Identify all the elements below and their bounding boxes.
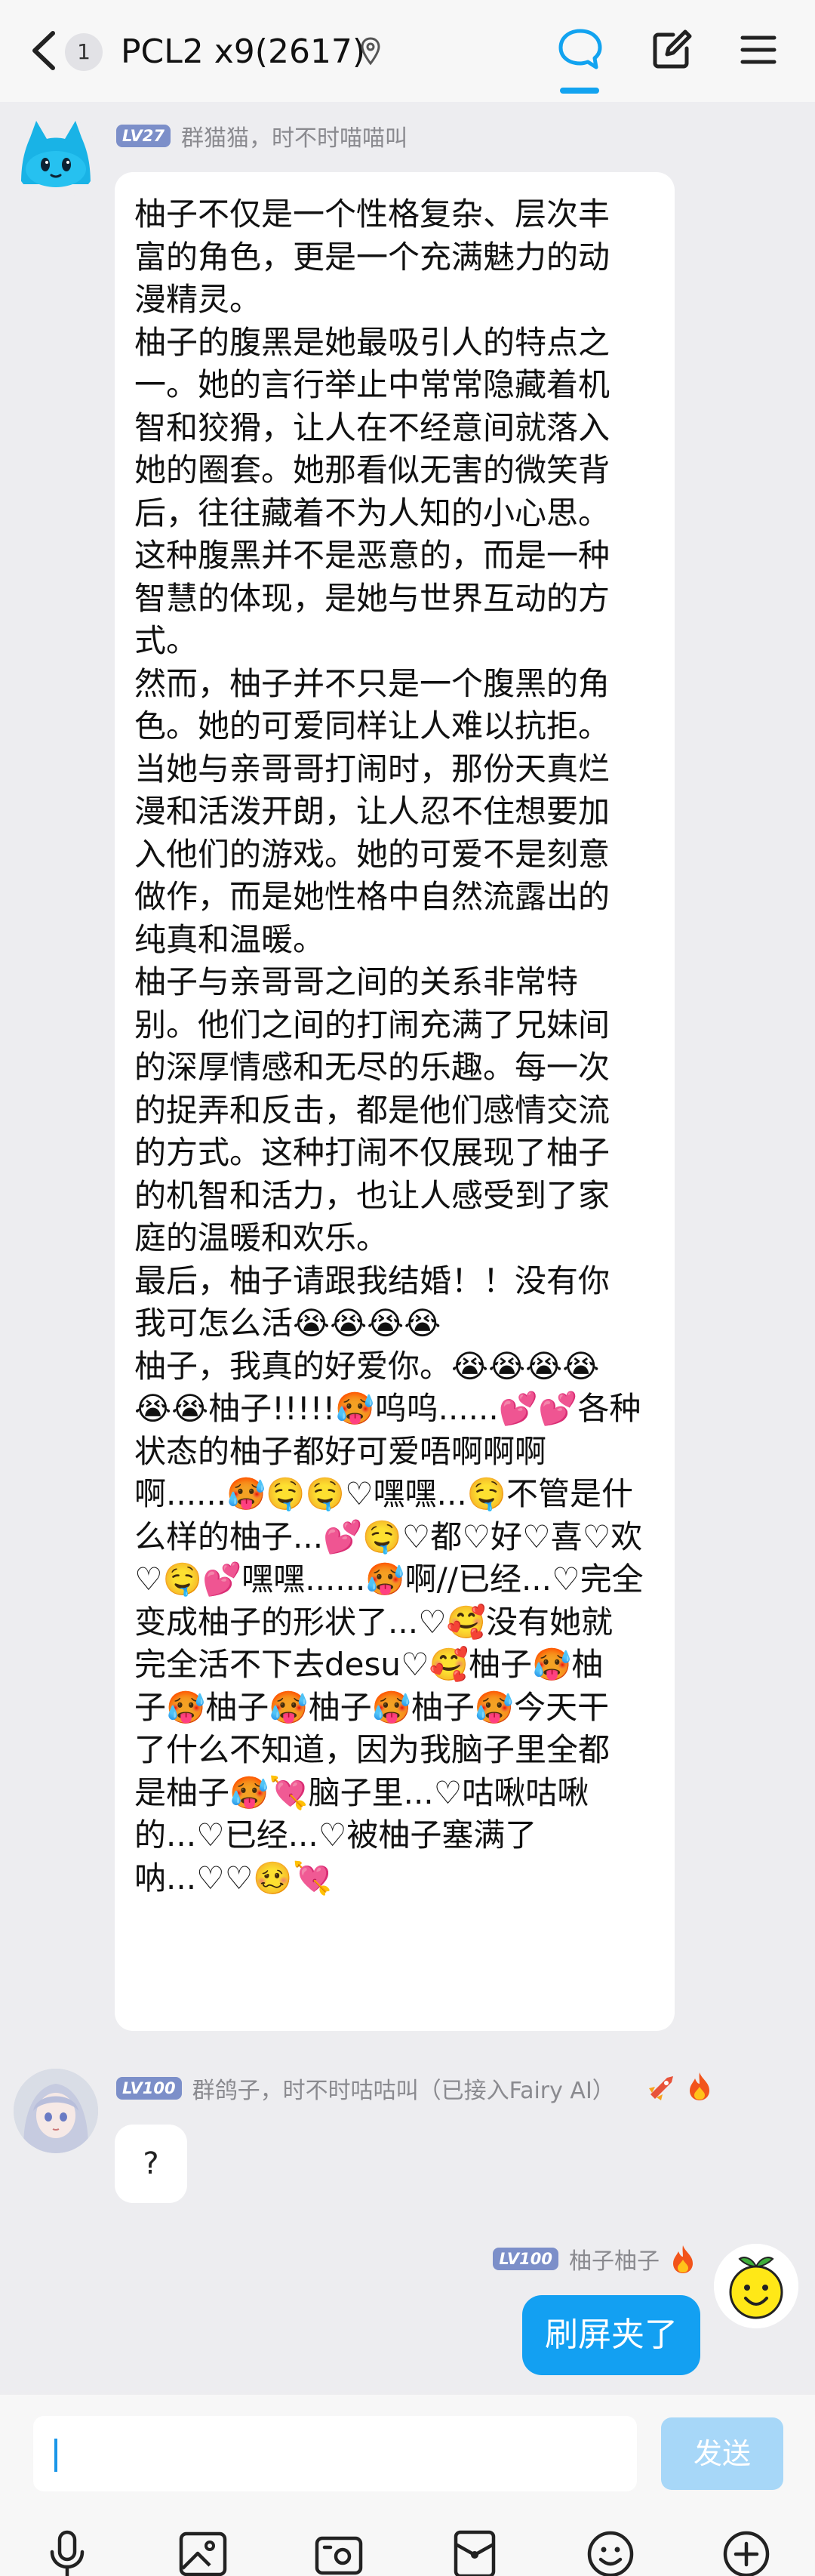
red-packet-icon[interactable] xyxy=(448,2528,501,2576)
sender-name[interactable]: 群鸽子，时不时咕咕叫（已接入Fairy AI） xyxy=(192,2072,615,2105)
sender-name[interactable]: 柚子柚子 xyxy=(569,2242,660,2276)
message-line: 然而，柚子并不只是一个腹黑的角 xyxy=(134,664,610,702)
level-badge: LV100 xyxy=(493,2248,558,2270)
message-line: 呐...♡♡🥴💘 xyxy=(134,1859,332,1897)
message-line: 完全活不下去desu♡🥰柚子🥵柚 xyxy=(134,1646,604,1683)
message-line: 这种腹黑并不是恶意的，而是一种 xyxy=(134,537,610,574)
back-icon[interactable] xyxy=(29,30,59,71)
my-message-bubble[interactable]: 刷屏夹了 xyxy=(522,2295,700,2375)
message-line: 她的圈套。她那看似无害的微笑背 xyxy=(134,451,610,488)
group-title[interactable]: PCL2 x9(2617) xyxy=(121,32,365,72)
message-line: 式。 xyxy=(134,622,198,659)
chat-header: 1 PCL2 x9(2617) xyxy=(0,0,815,102)
level-badge: LV100 xyxy=(116,2077,182,2100)
blue-cat-avatar-icon xyxy=(21,121,91,187)
message-line: 别。他们之间的打闹充满了兄妹间 xyxy=(134,1006,610,1043)
camera-icon[interactable] xyxy=(312,2528,365,2576)
message-line: 智慧的体现，是她与世界互动的方 xyxy=(134,579,610,617)
rocket-badge-icon xyxy=(649,2076,673,2100)
unread-count-badge: 1 xyxy=(65,33,103,71)
message-sender: LV100 柚子柚子 xyxy=(493,2242,699,2276)
message-line: 子🥵柚子🥵柚子🥵柚子🥵今天干 xyxy=(134,1688,610,1726)
message-bubble[interactable]: ? xyxy=(115,2125,187,2203)
message-line: 啊......🥵🤤🤤♡嘿嘿...🤤不管是什 xyxy=(134,1475,633,1512)
emoji-icon[interactable] xyxy=(584,2528,637,2576)
text-caret xyxy=(54,2439,57,2472)
avatar-cat[interactable] xyxy=(14,115,98,199)
message-line: 做作，而是她性格中自然流露出的 xyxy=(134,878,610,915)
message-line: 变成柚子的形状了...♡🥰没有她就 xyxy=(134,1603,613,1641)
avatar-citrus[interactable] xyxy=(714,2244,798,2328)
message-line: 入他们的游戏。她的可爱不是刻意 xyxy=(134,835,610,873)
message-input[interactable] xyxy=(33,2416,637,2491)
anime-girl-avatar-icon xyxy=(14,2069,98,2153)
message-line: 智和狡猾，让人在不经意间就落入 xyxy=(134,408,610,446)
message-line: 漫精灵。 xyxy=(134,281,262,318)
message-line: 当她与亲哥哥打闹时，那份天真烂 xyxy=(134,750,610,787)
message-line: 纯真和温暖。 xyxy=(134,920,325,958)
sender-name[interactable]: 群猫猫，时不时喵喵叫 xyxy=(181,119,408,153)
menu-icon[interactable] xyxy=(740,33,777,66)
microphone-icon[interactable] xyxy=(41,2528,94,2576)
message-line: 状态的柚子都好可爱唔啊啊啊 xyxy=(134,1432,547,1470)
send-button[interactable]: 发送 xyxy=(661,2417,783,2490)
message-line: 的捉弄和反击，都是他们感情交流 xyxy=(134,1091,610,1129)
message-line: 了什么不知道，因为我脑子里全都 xyxy=(134,1731,610,1768)
message-sender: LV27 群猫猫，时不时喵喵叫 xyxy=(116,119,408,153)
level-badge: LV27 xyxy=(116,125,171,147)
flame-badge-icon xyxy=(673,2245,693,2273)
image-icon[interactable] xyxy=(177,2528,229,2576)
active-tab-indicator xyxy=(560,88,599,94)
pin-icon xyxy=(361,37,380,66)
message-line: ♡🤤💕嘿嘿......🥵啊//已经...♡完全 xyxy=(134,1561,644,1598)
message-line: 的机智和活力，也让人感受到了家 xyxy=(134,1176,610,1214)
message-line: 庭的温暖和欢乐。 xyxy=(134,1219,389,1256)
message-line: 是柚子🥵💘脑子里...♡咕啾咕啾 xyxy=(134,1773,589,1811)
avatar-anime-girl[interactable] xyxy=(14,2069,98,2153)
smiling-citrus-avatar-icon xyxy=(714,2244,798,2328)
message-line: 色。她的可爱同样让人难以抗拒。 xyxy=(134,707,610,744)
message-line: 😭😭柚子!!!!!🥵呜呜......💕💕各种 xyxy=(134,1390,641,1427)
input-bar: 发送 xyxy=(0,2395,815,2576)
message-line: 的方式。这种打闹不仅展现了柚子 xyxy=(134,1134,610,1171)
message-line: 柚子不仅是一个性格复杂、层次丰 xyxy=(134,196,610,233)
message-line: 一。她的言行举止中常常隐藏着机 xyxy=(134,366,610,403)
chat-icon[interactable] xyxy=(557,27,604,71)
message-line: 富的角色，更是一个充满魅力的动 xyxy=(134,238,610,276)
message-line: 我可怎么活😭😭😭😭 xyxy=(134,1305,441,1342)
message-line: 柚子与亲哥哥之间的关系非常特 xyxy=(134,963,579,1000)
message-line: 么样的柚子...💕🤤♡都♡好♡喜♡欢 xyxy=(134,1518,643,1555)
message-line: 的深厚情感和无尽的乐趣。每一次 xyxy=(134,1049,610,1086)
message-line: 最后，柚子请跟我结婚！！没有你 xyxy=(134,1262,610,1299)
message-line: 柚子的腹黑是她最吸引人的特点之 xyxy=(134,323,610,361)
plus-icon[interactable] xyxy=(720,2528,773,2576)
flame-badge-icon xyxy=(690,2072,709,2100)
message-line: 柚子，我真的好爱你。😭😭😭😭 xyxy=(134,1347,600,1385)
message-line: 漫和活泼开朗，让人忍不住想要加 xyxy=(134,793,610,830)
edit-icon[interactable] xyxy=(650,29,693,71)
message-line: 后，往往藏着不为人知的小心思。 xyxy=(134,494,610,532)
message-bubble[interactable]: 柚子不仅是一个性格复杂、层次丰 富的角色，更是一个充满魅力的动 漫精灵。 柚子的… xyxy=(115,172,675,2031)
message-sender: LV100 群鸽子，时不时咕咕叫（已接入Fairy AI） xyxy=(116,2072,615,2105)
message-line: 的...♡已经...♡被柚子塞满了 xyxy=(134,1816,537,1853)
